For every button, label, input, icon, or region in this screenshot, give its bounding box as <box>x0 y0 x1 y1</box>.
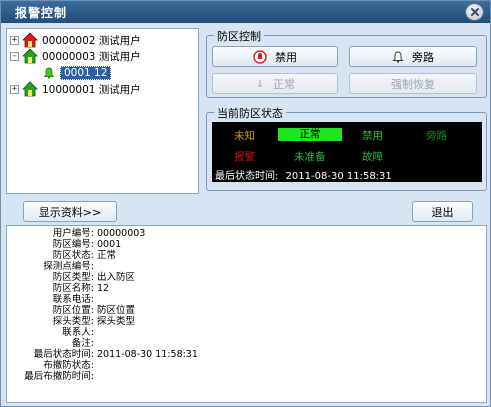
zone-status-display: 未知 正常 禁用 旁路 报警 未准备 故障 最后状态时间: 2011-08-30… <box>212 122 482 182</box>
info-row-last-status-time: 最后状态时间: 2011-08-30 11:58:31 <box>33 349 198 360</box>
house-normal-icon <box>22 81 38 97</box>
last-status-time-label: 最后状态时间: <box>215 171 279 182</box>
status-bypassed: 旁路 <box>426 130 447 142</box>
last-status-time: 最后状态时间: 2011-08-30 11:58:31 <box>215 167 392 182</box>
expand-toggle[interactable]: + <box>10 84 19 94</box>
bypass-button-label: 旁路 <box>412 50 434 64</box>
user-zone-tree[interactable]: + 00000002 测试用户 - 00000003 测试用户 0001 12 <box>6 28 199 194</box>
info-row-phone: 联系电话: <box>52 294 94 305</box>
status-normal-active: 正常 <box>278 128 342 141</box>
zone-info-panel[interactable]: 用户编号: 00000003 防区编号: 0001 防区状态: 正常 探测点编号: 防… <box>6 225 487 403</box>
info-row-last-arm-time: 最后布撤防时间: <box>24 371 94 382</box>
title-bar[interactable]: 报警控制 <box>1 1 490 23</box>
force-restore-button-label: 强制恢复 <box>391 77 435 91</box>
bell-icon <box>392 51 404 63</box>
group-title: 防区控制 <box>214 28 264 44</box>
status-unknown: 未知 <box>234 130 255 142</box>
tree-node-label-selected: 0001 12 <box>60 66 112 80</box>
info-row-zone-type: 防区类型: 出入防区 <box>52 272 136 283</box>
status-fault: 故障 <box>362 151 383 163</box>
status-alarm: 报警 <box>234 151 255 163</box>
group-title: 当前防区状态 <box>214 105 286 121</box>
exit-button-label: 退出 <box>431 205 454 219</box>
tree-node-label: 00000002 测试用户 <box>42 34 141 47</box>
info-row-arm-status: 布撤防状态: <box>43 360 94 371</box>
tree-node-user-00000003[interactable]: - 00000003 测试用户 <box>10 48 141 64</box>
show-info-button-label: 显示资料>> <box>38 205 102 219</box>
house-alarm-icon <box>22 32 38 48</box>
info-row-zone-status: 防区状态: 正常 <box>52 250 117 261</box>
force-restore-button[interactable]: 强制恢复 <box>349 73 477 94</box>
tree-node-user-10000001[interactable]: + 10000001 测试用户 <box>10 81 141 97</box>
info-row-remarks: 备注: <box>71 338 94 349</box>
bypass-button[interactable]: 旁路 <box>349 46 477 67</box>
info-row-contact: 联系人: <box>62 327 94 338</box>
disarm-button-label: 禁用 <box>275 50 297 64</box>
alarm-control-window: 报警控制 + 00000002 测试用户 - 00000003 测试用户 000… <box>0 0 491 407</box>
disarm-button[interactable]: 禁用 <box>212 46 338 67</box>
last-status-time-value: 2011-08-30 11:58:31 <box>285 171 392 182</box>
expand-toggle[interactable]: + <box>10 35 19 45</box>
info-row-user-id: 用户编号: 00000003 <box>52 228 146 239</box>
status-disabled: 禁用 <box>362 130 383 142</box>
bell-icon <box>43 67 55 79</box>
info-row-zone-id: 防区编号: 0001 <box>52 239 122 250</box>
close-button[interactable] <box>465 3 484 21</box>
close-icon <box>470 8 479 16</box>
tree-node-label: 10000001 测试用户 <box>42 83 141 96</box>
window-title: 报警控制 <box>15 6 68 20</box>
exit-button[interactable]: 退出 <box>412 201 473 222</box>
status-not-ready: 未准备 <box>294 151 326 163</box>
tree-node-zone-0001[interactable]: 0001 12 <box>43 65 112 81</box>
info-row-detector-id: 探测点编号: <box>43 261 94 272</box>
info-row-detector-type: 探头类型: 探头类型 <box>52 316 136 327</box>
bell-disabled-icon <box>258 79 262 87</box>
info-row-zone-location: 防区位置: 防区位置 <box>52 305 136 316</box>
house-normal-icon <box>22 48 38 64</box>
tree-node-user-00000002[interactable]: + 00000002 测试用户 <box>10 32 141 48</box>
normal-button-label: 正常 <box>273 77 295 91</box>
info-row-zone-name: 防区名称: 12 <box>52 283 110 294</box>
alarm-disable-icon <box>253 49 267 64</box>
tree-node-label: 00000003 测试用户 <box>42 50 141 63</box>
show-info-button[interactable]: 显示资料>> <box>23 201 117 222</box>
normal-button[interactable]: 正常 <box>212 73 338 94</box>
collapse-toggle[interactable]: - <box>10 51 19 61</box>
